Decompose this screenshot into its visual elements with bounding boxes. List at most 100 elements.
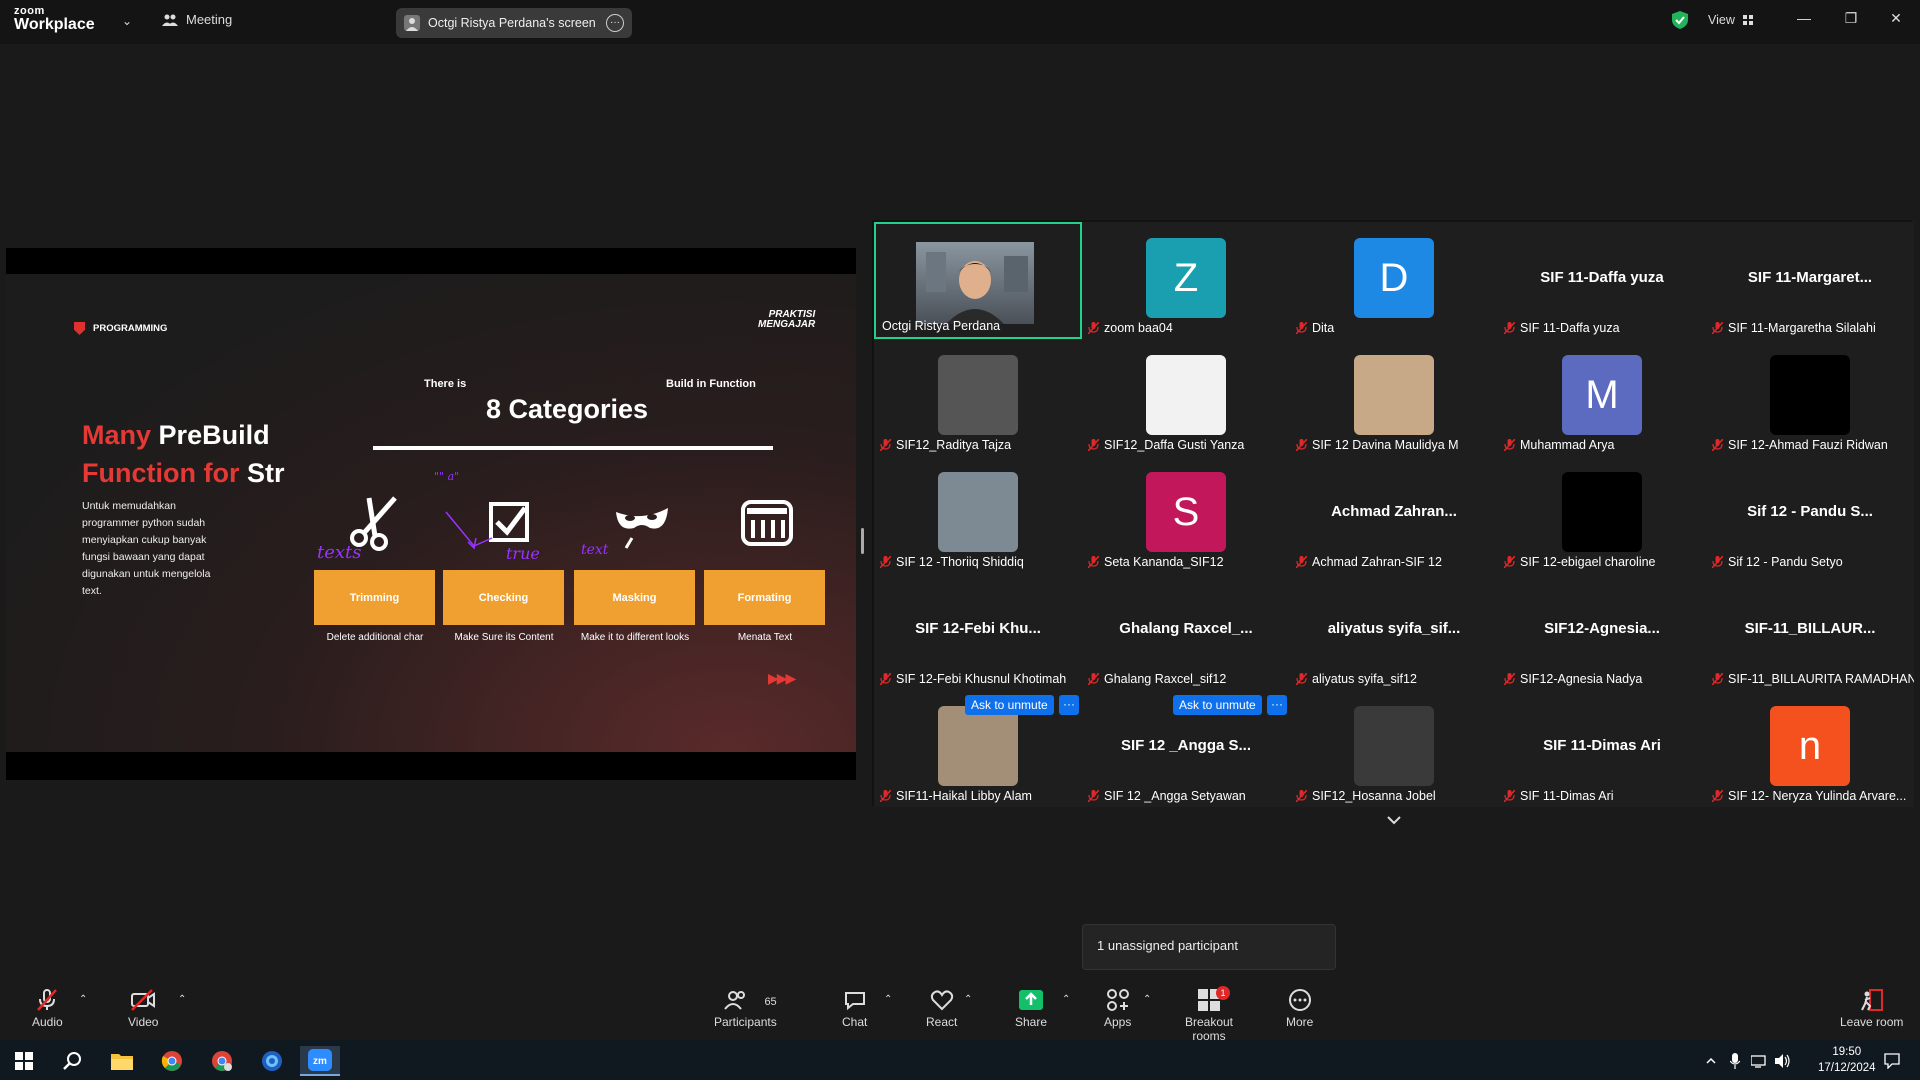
screen-share-title: Octgi Ristya Perdana's screen xyxy=(428,16,596,30)
participants-button[interactable]: 65 Participants xyxy=(714,988,777,1029)
share-options-caret-icon[interactable]: ⌃ xyxy=(1062,994,1070,1005)
chrome-profile-icon[interactable] xyxy=(202,1046,242,1076)
participant-tile[interactable]: Octgi Ristya Perdana xyxy=(874,222,1082,339)
participant-name-label: SIF11-Haikal Libby Alam xyxy=(880,789,1032,803)
microphone-tray-icon[interactable] xyxy=(1724,1046,1746,1076)
participant-tile[interactable]: SIF 11-Daffa yuza SIF 11-Daffa yuza xyxy=(1498,222,1706,339)
participant-tile[interactable]: D Dita xyxy=(1290,222,1498,339)
category-caption-masking: Make it to different looks xyxy=(580,632,690,643)
encryption-shield-icon[interactable] xyxy=(1672,11,1688,29)
zoom-workplace-logo[interactable]: zoom Workplace xyxy=(14,6,100,33)
chat-options-caret-icon[interactable]: ⌃ xyxy=(884,994,892,1005)
participant-tile[interactable]: SIF 12-Ahmad Fauzi Ridwan xyxy=(1706,339,1914,456)
chrome-browser-icon[interactable] xyxy=(152,1046,192,1076)
participant-name-label: SIF12-Agnesia Nadya xyxy=(1504,672,1642,686)
participant-name-label: Seta Kananda_SIF12 xyxy=(1088,555,1224,569)
participant-display-name: SIF 11-Margaret... xyxy=(1747,269,1873,286)
participant-tile[interactable]: Ghalang Raxcel_... Ghalang Raxcel_sif12 xyxy=(1082,573,1290,690)
there-is-label: There is xyxy=(424,378,467,390)
headline-white-2: Str xyxy=(246,458,285,488)
network-tray-icon[interactable] xyxy=(1748,1046,1770,1076)
section-text: PROGRAMMING xyxy=(93,323,168,334)
participant-tile[interactable]: SIF-11_BILLAUR... SIF-11_BILLAURITA RAMAD… xyxy=(1706,573,1914,690)
participant-display-name: SIF-11_BILLAUR... xyxy=(1744,620,1876,637)
split-view-divider[interactable] xyxy=(861,528,864,554)
zoom-taskbar-icon[interactable]: zm xyxy=(300,1046,340,1076)
search-icon[interactable] xyxy=(52,1046,92,1076)
apps-options-caret-icon[interactable]: ⌃ xyxy=(1143,994,1151,1005)
participant-tile[interactable]: Achmad Zahran... Achmad Zahran-SIF 12 xyxy=(1290,456,1498,573)
unassigned-participant-toast[interactable]: 1 unassigned participant xyxy=(1082,924,1336,970)
meeting-label: Meeting xyxy=(186,12,233,27)
tile-more-options-button[interactable]: ··· xyxy=(1267,695,1287,715)
brand-chevron-down-icon[interactable]: ⌄ xyxy=(122,14,132,28)
participant-tile[interactable]: SIF 12 Davina Maulidya M xyxy=(1290,339,1498,456)
participant-display-name: Ghalang Raxcel_... xyxy=(1119,620,1253,637)
participant-count: 65 xyxy=(764,995,777,1008)
svg-text:zm: zm xyxy=(313,1056,327,1067)
audio-options-caret-icon[interactable]: ⌃ xyxy=(79,994,87,1005)
screen-share-avatar-icon xyxy=(404,15,420,31)
close-window-icon[interactable]: ✕ xyxy=(1886,10,1906,27)
ask-to-unmute-button[interactable]: Ask to unmute xyxy=(965,695,1054,715)
muted-microphone-icon xyxy=(880,556,891,568)
tile-more-options-button[interactable]: ··· xyxy=(1059,695,1079,715)
participant-tile[interactable]: SIF 11-Dimas Ari SIF 11-Dimas Ari xyxy=(1498,690,1706,807)
participant-name-label: Octgi Ristya Perdana xyxy=(882,319,1000,333)
participant-tile[interactable]: SIF 12 -Thoriiq Shiddiq xyxy=(874,456,1082,573)
react-button[interactable]: React xyxy=(926,988,957,1029)
participant-name: SIF11-Haikal Libby Alam xyxy=(896,789,1032,803)
windows-start-icon[interactable] xyxy=(4,1046,44,1076)
leave-room-label: Leave room xyxy=(1840,1015,1904,1029)
participant-name: SIF12_Raditya Tajza xyxy=(896,438,1012,452)
show-hidden-icons-chevron-icon[interactable] xyxy=(1700,1046,1722,1076)
apps-button[interactable]: Apps xyxy=(1104,988,1131,1029)
participant-tile[interactable]: SIF12_Hosanna Jobel xyxy=(1290,690,1498,807)
leave-room-button[interactable]: Leave room xyxy=(1840,988,1903,1029)
praktisi-mengajar-logo: PRAKTISI MENGAJAR xyxy=(758,310,815,330)
audio-button[interactable]: Audio xyxy=(32,988,63,1029)
breakout-rooms-button[interactable]: Breakout rooms xyxy=(1167,988,1251,1043)
participant-tile[interactable]: aliyatus syifa_sif... aliyatus syifa_sif1… xyxy=(1290,573,1498,690)
participant-name-label: SIF 12- Neryza Yulinda Arvare... xyxy=(1712,789,1906,803)
annotation-true: true xyxy=(506,544,540,563)
participant-tile[interactable]: SIF12_Daffa Gusti Yanza xyxy=(1082,339,1290,456)
category-card-formating: Formating xyxy=(704,570,825,625)
participant-tile[interactable]: SIF 12-ebigael charoline xyxy=(1498,456,1706,573)
notifications-icon[interactable] xyxy=(1872,1046,1912,1076)
participant-tile[interactable]: Zzoom baa04 xyxy=(1082,222,1290,339)
video-button[interactable]: Video xyxy=(128,988,158,1029)
video-options-caret-icon[interactable]: ⌃ xyxy=(178,994,186,1005)
browser-app-icon[interactable] xyxy=(252,1046,292,1076)
more-button[interactable]: More xyxy=(1286,988,1313,1029)
participant-name: Muhammad Arya xyxy=(1520,438,1615,452)
system-clock[interactable]: 19:50 17/12/2024 xyxy=(1818,1044,1876,1076)
file-explorer-icon[interactable] xyxy=(102,1046,142,1076)
participant-name-label: SIF12_Daffa Gusti Yanza xyxy=(1088,438,1244,452)
screen-share-title-pill[interactable]: Octgi Ristya Perdana's screen ··· xyxy=(396,8,632,38)
participant-tile[interactable]: SIF 12-Febi Khu... SIF 12-Febi Khusnul Kh… xyxy=(874,573,1082,690)
share-options-more-icon[interactable]: ··· xyxy=(606,14,624,32)
view-button[interactable]: View xyxy=(1708,13,1753,27)
gallery-next-page-chevron-icon[interactable] xyxy=(1384,810,1404,830)
ask-to-unmute-button[interactable]: Ask to unmute xyxy=(1173,695,1262,715)
participant-tile[interactable]: Sif 12 - Pandu S... Sif 12 - Pandu Setyo xyxy=(1706,456,1914,573)
chat-button[interactable]: Chat xyxy=(842,988,867,1029)
participant-name: Octgi Ristya Perdana xyxy=(882,319,1001,333)
participant-tile[interactable]: SIF12_Raditya Tajza xyxy=(874,339,1082,456)
participant-tile[interactable]: SIF 11-Margaret... SIF 11-Margaretha Sila… xyxy=(1706,222,1914,339)
participant-profile-photo xyxy=(1354,706,1434,786)
participant-tile[interactable]: SIF12-Agnesia... SIF12-Agnesia Nadya xyxy=(1498,573,1706,690)
volume-tray-icon[interactable] xyxy=(1772,1046,1794,1076)
share-button[interactable]: Share xyxy=(1015,988,1047,1029)
muted-microphone-icon xyxy=(1296,322,1307,334)
participant-tile[interactable]: M Muhammad Arya xyxy=(1498,339,1706,456)
meeting-info-button[interactable]: Meeting xyxy=(162,12,232,27)
participant-name-label: Muhammad Arya xyxy=(1504,438,1614,452)
participant-tile[interactable]: S Seta Kananda_SIF12 xyxy=(1082,456,1290,573)
react-options-caret-icon[interactable]: ⌃ xyxy=(964,994,972,1005)
restore-window-icon[interactable]: ❐ xyxy=(1841,10,1861,27)
participant-tile[interactable]: n SIF 12- Neryza Yulinda Arvare... xyxy=(1706,690,1914,807)
minimize-window-icon[interactable]: — xyxy=(1794,10,1814,26)
formatting-panel-icon xyxy=(741,500,793,546)
